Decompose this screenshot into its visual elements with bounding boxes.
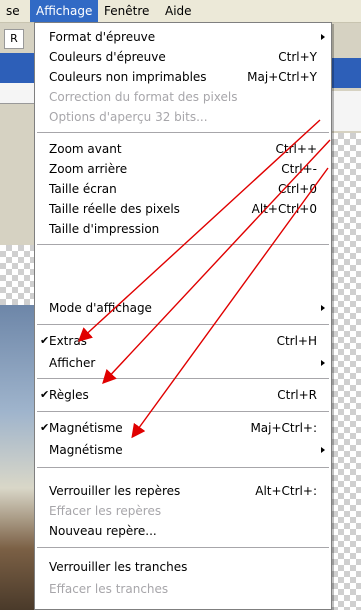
menu-option-shortcut: Ctrl+- [281,162,317,176]
menu-option-couleurs-non-imprimables[interactable]: Couleurs non imprimables Maj+Ctrl+Y [35,67,331,87]
menu-item-affichage[interactable]: Affichage [30,0,99,22]
menu-option-label: Taille d'impression [49,222,160,236]
menu-option-shortcut: Ctrl+0 [277,182,317,196]
menu-option-format-epreuve[interactable]: Format d'épreuve [35,27,331,47]
menu-option-label: Couleurs d'épreuve [49,50,166,64]
menu-option-label: Zoom arrière [49,162,128,176]
menu-option-shortcut: Ctrl+H [276,334,317,348]
submenu-arrow-icon [321,305,325,311]
menu-bar: se Affichage Fenêtre Aide [0,0,361,23]
menu-item-aide[interactable]: Aide [159,0,198,22]
menu-option-label: Verrouiller les tranches [49,560,188,574]
menu-option-taille-impression[interactable]: Taille d'impression [35,219,331,239]
menu-option-label: Options d'aperçu 32 bits... [49,110,208,124]
ruler-right [332,91,361,131]
menu-option-label: Effacer les tranches [49,582,169,596]
menu-option-taille-reelle-pixels[interactable]: Taille réelle des pixels Alt+Ctrl+0 [35,199,331,219]
transparent-canvas-right [332,133,361,610]
menu-option-taille-ecran[interactable]: Taille écran Ctrl+0 [35,179,331,199]
transparent-canvas [0,245,38,305]
menu-option-apercu-32-bits: Options d'aperçu 32 bits... [35,107,331,127]
menu-item-se[interactable]: se [0,0,26,22]
menu-option-zoom-arriere[interactable]: Zoom arrière Ctrl+- [35,159,331,179]
menu-option-shortcut: Maj+Ctrl+: [250,421,317,435]
menu-option-shortcut: Ctrl+R [277,388,317,402]
document-title-bar-right [332,58,361,88]
menu-option-shortcut: Maj+Ctrl+Y [247,70,317,84]
checkmark-icon: ✔ [40,421,50,434]
menu-option-label: Zoom avant [49,142,122,156]
menu-option-shortcut: Ctrl+Y [278,50,317,64]
menu-option-label: Magnétisme [49,443,123,457]
menu-option-label: Extras [49,334,87,348]
menu-option-label: Mode d'affichage [49,301,152,315]
menu-option-shortcut: Alt+Ctrl+0 [251,202,317,216]
ruler [0,83,38,104]
menu-option-label: Correction du format des pixels [49,90,238,104]
menu-option-shortcut: Alt+Ctrl+: [255,484,317,498]
menu-separator [37,324,329,325]
menu-option-effacer-reperes: Effacer les repères [35,501,331,521]
menu-option-label: Nouveau repère... [49,524,157,538]
menu-option-afficher[interactable]: Afficher [35,353,331,373]
document-title-bar [0,53,38,83]
menu-option-magnetisme-submenu[interactable]: Magnétisme [35,440,331,460]
menu-option-mode-affichage[interactable]: Mode d'affichage [35,298,331,318]
menu-option-regles[interactable]: ✔ Règles Ctrl+R [35,385,331,405]
affichage-menu: Format d'épreuve Couleurs d'épreuve Ctrl… [34,22,332,610]
menu-option-label: Format d'épreuve [49,30,156,44]
menu-option-verrouiller-reperes[interactable]: Verrouiller les repères Alt+Ctrl+: [35,481,331,501]
menu-option-label: Couleurs non imprimables [49,70,207,84]
toolbar-button[interactable]: R [4,29,24,49]
menu-option-verrouiller-tranches[interactable]: Verrouiller les tranches [35,557,331,577]
menu-option-label: Règles [49,388,89,402]
workspace-right [332,23,361,610]
menu-option-shortcut: Ctrl++ [275,142,317,156]
menu-option-label: Taille écran [49,182,117,196]
menu-option-label: Taille réelle des pixels [49,202,180,216]
checkmark-icon: ✔ [40,334,50,347]
menu-item-fenetre[interactable]: Fenêtre [98,0,155,22]
menu-separator [37,411,329,412]
submenu-arrow-icon [321,447,325,453]
menu-option-couleurs-epreuve[interactable]: Couleurs d'épreuve Ctrl+Y [35,47,331,67]
menu-option-label: Magnétisme [49,421,123,435]
menu-separator [37,132,329,133]
menu-separator [37,467,329,468]
menu-separator [37,244,329,245]
menu-option-zoom-avant[interactable]: Zoom avant Ctrl++ [35,139,331,159]
menu-option-label: Verrouiller les repères [49,484,181,498]
menu-option-label: Afficher [49,356,96,370]
checkmark-icon: ✔ [40,388,50,401]
menu-option-label: Effacer les repères [49,504,162,518]
submenu-arrow-icon [321,360,325,366]
menu-separator [37,547,329,548]
menu-option-magnetisme-toggle[interactable]: ✔ Magnétisme Maj+Ctrl+: [35,418,331,438]
menu-option-correction-format-pixels: Correction du format des pixels [35,87,331,107]
canvas-image [0,305,38,610]
menu-option-nouveau-repere[interactable]: Nouveau repère... [35,521,331,541]
menu-option-effacer-tranches: Effacer les tranches [35,579,331,599]
menu-option-extras[interactable]: ✔ Extras Ctrl+H [35,331,331,351]
menu-separator [37,378,329,379]
submenu-arrow-icon [321,34,325,40]
